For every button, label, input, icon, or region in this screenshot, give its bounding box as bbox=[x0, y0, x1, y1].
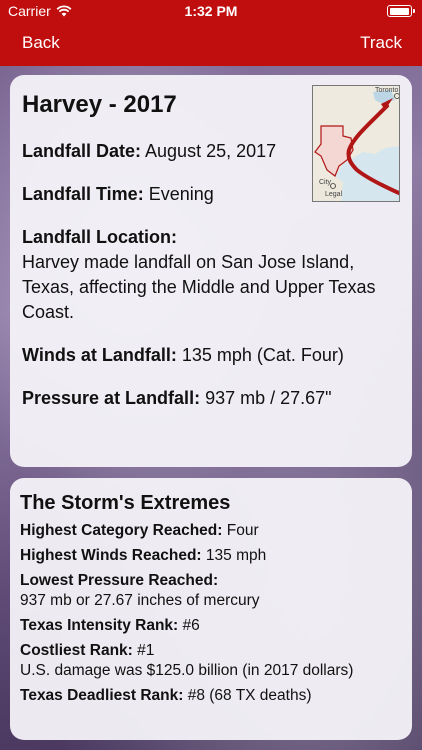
lowest-pressure-value: 937 mb or 27.67 inches of mercury bbox=[20, 592, 260, 609]
winds-value: 135 mph (Cat. Four) bbox=[181, 345, 344, 365]
texas-deadliest-row: Texas Deadliest Rank: #8 (68 TX deaths) bbox=[20, 686, 402, 706]
costliest-detail: U.S. damage was $125.0 billion (in 2017 … bbox=[20, 662, 354, 679]
winds-row: Winds at Landfall: 135 mph (Cat. Four) bbox=[22, 343, 400, 368]
track-button[interactable]: Track bbox=[360, 33, 402, 53]
map-label-toronto: Toronto bbox=[375, 87, 398, 94]
landfall-location-value: Harvey made landfall on San Jose Island,… bbox=[22, 252, 376, 322]
extremes-card: The Storm's Extremes Highest Category Re… bbox=[10, 478, 412, 740]
costliest-label: Costliest Rank: bbox=[20, 642, 133, 659]
lowest-pressure-row: Lowest Pressure Reached: 937 mb or 27.67… bbox=[20, 571, 402, 611]
status-time: 1:32 PM bbox=[184, 3, 238, 19]
battery-icon bbox=[387, 5, 415, 17]
lowest-pressure-label: Lowest Pressure Reached: bbox=[20, 572, 219, 589]
highest-winds-row: Highest Winds Reached: 135 mph bbox=[20, 546, 402, 566]
texas-intensity-row: Texas Intensity Rank: #6 bbox=[20, 616, 402, 636]
pressure-row: Pressure at Landfall: 937 mb / 27.67" bbox=[22, 386, 400, 411]
texas-deadliest-label: Texas Deadliest Rank: bbox=[20, 687, 184, 704]
map-label-legal: Legal bbox=[325, 191, 343, 198]
highest-winds-value: 135 mph bbox=[205, 547, 267, 564]
highest-category-row: Highest Category Reached: Four bbox=[20, 521, 402, 541]
landfall-time-value: Evening bbox=[148, 184, 214, 204]
navigation-bar: Back Track bbox=[0, 22, 422, 66]
storm-track-map[interactable]: Toronto City Legal bbox=[312, 85, 400, 202]
landfall-date-value: August 25, 2017 bbox=[145, 141, 277, 161]
map-label-city: City bbox=[319, 179, 332, 186]
landfall-date-label: Landfall Date: bbox=[22, 141, 142, 161]
costliest-row: Costliest Rank: #1 U.S. damage was $125.… bbox=[20, 641, 402, 681]
texas-intensity-value: #6 bbox=[182, 617, 200, 634]
highest-category-value: Four bbox=[226, 522, 259, 539]
texas-deadliest-value: #8 (68 TX deaths) bbox=[187, 687, 312, 704]
costliest-value: #1 bbox=[137, 642, 155, 659]
landfall-card: Harvey - 2017 Landfall Date: August 25, … bbox=[10, 75, 412, 467]
landfall-location-label: Landfall Location: bbox=[22, 227, 177, 247]
texas-intensity-label: Texas Intensity Rank: bbox=[20, 617, 179, 634]
highest-winds-label: Highest Winds Reached: bbox=[20, 547, 202, 564]
pressure-value: 937 mb / 27.67" bbox=[205, 388, 332, 408]
extremes-title: The Storm's Extremes bbox=[20, 492, 231, 514]
back-button[interactable]: Back bbox=[22, 33, 60, 53]
status-bar: Carrier 1:32 PM bbox=[0, 0, 422, 22]
winds-label: Winds at Landfall: bbox=[22, 345, 177, 365]
landfall-location-row: Landfall Location: Harvey made landfall … bbox=[22, 225, 400, 325]
landfall-time-label: Landfall Time: bbox=[22, 184, 144, 204]
highest-category-label: Highest Category Reached: bbox=[20, 522, 223, 539]
pressure-label: Pressure at Landfall: bbox=[22, 388, 201, 408]
